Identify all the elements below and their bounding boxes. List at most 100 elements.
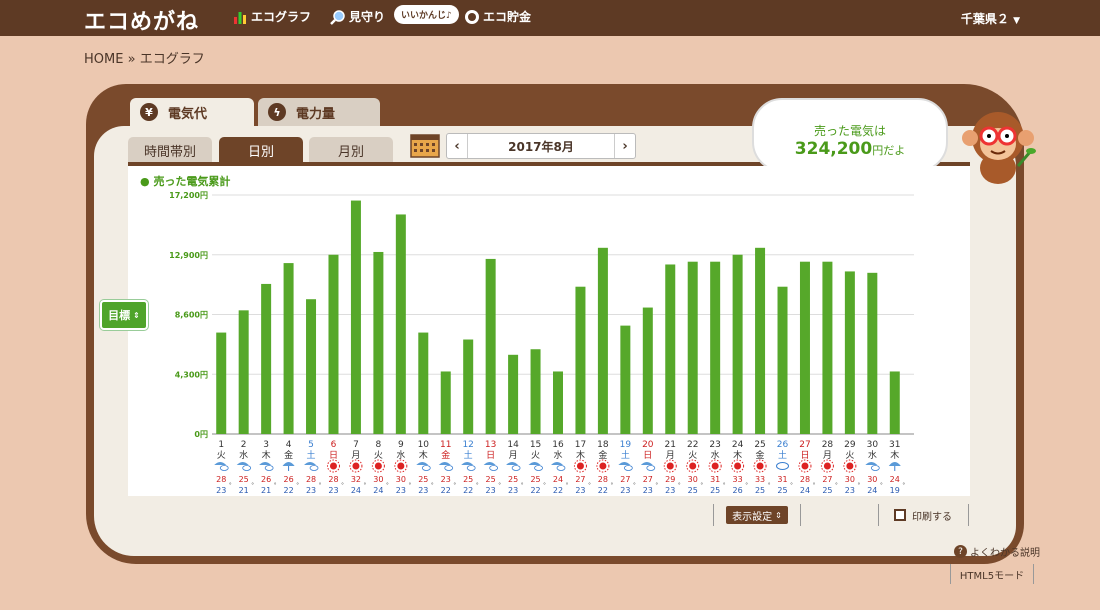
x-tick-weekday: 金 (284, 449, 293, 461)
chart-bar (328, 254, 339, 434)
speech-line1: 売った電気は (813, 124, 886, 138)
temp-high-label: 27 (620, 475, 630, 484)
prefecture-label: 千葉県２ (960, 12, 1009, 26)
display-settings-button[interactable]: 表示設定 ⇕ (726, 506, 788, 524)
weather-rain-icon (236, 462, 249, 465)
x-tick-day: 2 (241, 440, 247, 450)
temp-unit-label: ° (812, 482, 815, 489)
x-tick-day: 15 (530, 440, 541, 450)
chart-bar (306, 299, 317, 434)
next-month-button[interactable]: › (615, 134, 635, 158)
weather-rain-icon (506, 462, 519, 465)
tab-electricity-cost[interactable]: ¥ 電気代 (130, 98, 254, 126)
temp-high-label: 28 (216, 475, 226, 484)
tab-electricity-amount-label: 電力量 (296, 106, 336, 122)
weather-rain-icon (483, 462, 496, 465)
temp-low-label: 22 (463, 486, 473, 495)
weather-sun-icon (397, 462, 405, 470)
bar-chart: 17,200円12,900円8,600円4,300円0円1火2823°2水252… (169, 191, 914, 495)
breadcrumb-home[interactable]: HOME (84, 52, 123, 67)
temp-low-label: 24 (373, 486, 383, 495)
display-settings-label: 表示設定 (732, 511, 773, 523)
temp-low-label: 23 (328, 486, 338, 495)
html5-mode-link[interactable]: HTML5モード (950, 564, 1034, 584)
weather-rain-icon (259, 462, 272, 465)
weather-sun-icon (352, 462, 360, 470)
temp-high-label: 25 (239, 475, 249, 484)
chart-bar (440, 371, 451, 434)
speech-suffix: 円だよ (872, 144, 906, 157)
nav-mimamori[interactable]: 見守り (330, 8, 385, 25)
weather-sun-icon (374, 462, 382, 470)
temp-low-label: 22 (598, 486, 608, 495)
chevron-down-icon: ▼ (1013, 16, 1020, 26)
weather-sun-icon (576, 462, 584, 470)
temp-unit-label: ° (431, 482, 434, 489)
x-tick-weekday: 水 (553, 449, 562, 461)
x-tick-weekday: 日 (800, 450, 809, 461)
weather-rain-icon (556, 465, 566, 471)
x-tick-day: 17 (575, 440, 586, 450)
divider (878, 504, 879, 526)
temp-unit-label: ° (274, 482, 277, 489)
temp-low-label: 25 (710, 486, 720, 495)
weather-rain-icon (444, 465, 454, 471)
temp-unit-label: ° (633, 482, 636, 489)
temp-high-label: 33 (755, 475, 765, 484)
goal-button[interactable]: 目標 ⇕ (100, 300, 148, 330)
weather-rain-icon (618, 462, 631, 465)
logo[interactable]: エコめがね (84, 4, 199, 36)
x-tick-day: 22 (687, 440, 698, 450)
tab-electricity-amount[interactable]: ϟ 電力量 (258, 98, 380, 126)
temp-high-label: 23 (441, 475, 451, 484)
temp-low-label: 23 (575, 486, 585, 495)
temp-low-label: 26 (733, 486, 743, 495)
nav-mimamori-label: 見守り (349, 10, 386, 24)
temp-high-label: 27 (575, 475, 585, 484)
tab-monthly[interactable]: 月別 (309, 137, 393, 163)
chart-bar (238, 310, 249, 434)
temp-low-label: 22 (441, 486, 451, 495)
x-tick-day: 18 (597, 440, 609, 450)
temp-unit-label: ° (790, 482, 793, 489)
weather-umbrella-icon (888, 462, 901, 466)
weather-sun-icon (711, 462, 719, 470)
prefecture-dropdown[interactable]: 千葉県２ ▼ (961, 10, 1020, 27)
nav-eco-graph[interactable]: エコグラフ (232, 8, 311, 25)
weather-rain-icon (870, 465, 880, 471)
weather-rain-icon (865, 462, 878, 465)
chart-bar (732, 254, 743, 434)
temp-unit-label: ° (251, 482, 254, 489)
nav-eco-savings[interactable]: エコ貯金 (464, 8, 531, 25)
x-tick-weekday: 土 (778, 449, 787, 461)
chart-bar (799, 261, 810, 434)
prev-month-button[interactable]: ‹ (447, 134, 467, 158)
tab-hourly[interactable]: 時間帯別 (128, 137, 212, 163)
temp-unit-label: ° (543, 482, 546, 489)
weather-rain-icon (309, 465, 319, 471)
tab-daily[interactable]: 日別 (219, 137, 303, 163)
yen-icon: ¥ (140, 103, 158, 121)
chart-bar (350, 200, 361, 434)
breadcrumb: HOME » エコグラフ (84, 48, 205, 67)
weather-rain-icon (528, 462, 541, 465)
temp-unit-label: ° (880, 482, 883, 489)
weather-sun-icon (599, 462, 607, 470)
temp-high-label: 26 (261, 475, 271, 484)
temp-low-label: 25 (755, 486, 765, 495)
chart-bar (283, 263, 294, 434)
weather-rain-icon (551, 462, 563, 465)
calendar-icon[interactable] (410, 132, 440, 158)
temp-high-label: 28 (800, 475, 810, 484)
x-tick-weekday: 木 (262, 449, 271, 461)
help-link[interactable]: ? よくわかる説明 (954, 544, 1040, 559)
weather-rain-icon (534, 465, 543, 471)
chart-bar (261, 283, 272, 434)
divider (713, 504, 714, 526)
print-button[interactable]: 印刷する (888, 506, 958, 524)
nav-eco-savings-label: エコ貯金 (483, 10, 532, 24)
temp-unit-label: ° (610, 482, 613, 489)
temp-low-label: 25 (777, 486, 787, 495)
weather-sun-icon (734, 462, 742, 470)
chart-bar (485, 258, 496, 434)
